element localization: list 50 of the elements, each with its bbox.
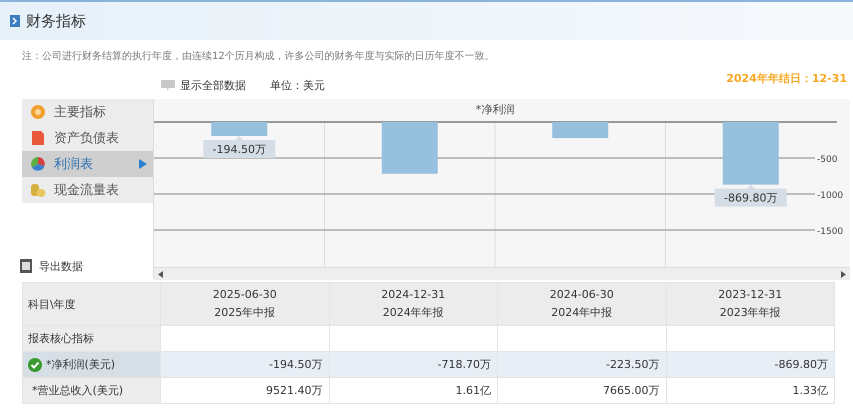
sidebar-item[interactable]: 现金流量表 — [22, 177, 153, 203]
note-text: 注：公司进行财务结算的执行年度，由连续12个历月构成，许多公司的财务年度与实际的日历年度不一致。 — [21, 50, 496, 64]
scroll-right-icon[interactable] — [841, 270, 846, 278]
data-label: -194.50万 — [212, 143, 266, 156]
sidebar-item[interactable]: 利润表 — [22, 151, 153, 177]
bar[interactable] — [382, 122, 438, 174]
table-cell: 1.33亿 — [666, 378, 834, 404]
table-header-cell: 2024-06-30 2024年中报 — [498, 282, 666, 326]
table-cell: 9521.40万 — [160, 378, 329, 404]
comment-icon — [161, 80, 175, 90]
check-icon — [28, 358, 42, 372]
data-label: -869.80万 — [724, 192, 778, 205]
table-cell: -869.80万 — [666, 352, 834, 378]
axis-label: -1000 — [817, 191, 844, 201]
bar[interactable] — [211, 122, 268, 136]
unit-label: 单位：美元 — [270, 78, 325, 92]
gear-icon — [30, 104, 46, 120]
axis-label: -1500 — [817, 227, 844, 237]
show-all-link[interactable]: 显示全部数据 — [180, 78, 246, 92]
table-cell: 报表核心指标 — [22, 326, 160, 352]
document-icon — [30, 130, 46, 146]
value-label: -869.80万 — [714, 184, 787, 207]
bar[interactable] — [722, 122, 779, 185]
export-icon — [19, 258, 35, 274]
page-title: 财务指标 — [26, 12, 86, 30]
year-end-label: 2024年年结日：12-31 — [726, 71, 847, 86]
row-label: *营业总收入(美元) — [32, 384, 124, 397]
arrow-icon — [139, 159, 147, 169]
scrollbar[interactable] — [154, 267, 850, 280]
table-header-cell: 2023-12-31 2023年年报 — [666, 282, 834, 326]
chart-title: *净利润 — [476, 103, 514, 116]
table-cell: -718.70万 — [329, 352, 498, 378]
table-header-cell: 2025-06-30 2025年中报 — [160, 282, 329, 326]
axis-label: -500 — [817, 155, 838, 165]
sidebar-item[interactable]: 主要指标 — [22, 99, 153, 125]
chevron-icon — [10, 15, 20, 27]
bar[interactable] — [552, 122, 608, 138]
row-label: *净利润(美元) — [46, 358, 116, 371]
table-cell: -194.50万 — [160, 352, 329, 378]
pie-icon — [30, 156, 46, 172]
sidebar-item[interactable]: 资产负债表 — [22, 125, 153, 151]
table-header-cell: 科目\年度 — [22, 282, 160, 326]
value-label: -194.50万 — [203, 136, 276, 158]
table-cell: 7665.00万 — [498, 378, 666, 404]
export-link[interactable]: 导出数据 — [39, 258, 83, 274]
table-cell: 1.61亿 — [329, 378, 498, 404]
coins-icon — [30, 182, 46, 198]
scroll-left-icon[interactable] — [158, 270, 163, 278]
table-header-cell: 2024-12-31 2024年年报 — [329, 282, 498, 326]
table-cell: -223.50万 — [498, 352, 666, 378]
